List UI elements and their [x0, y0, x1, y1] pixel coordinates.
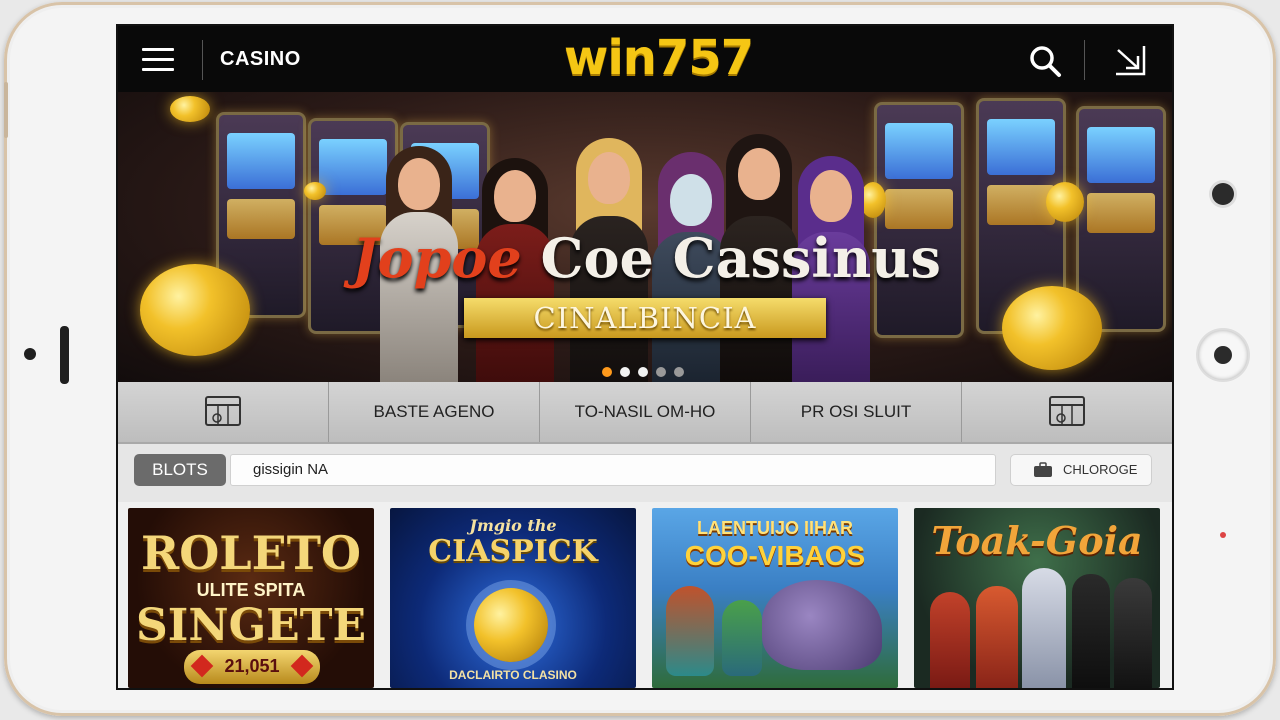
- character-illustration: [1072, 574, 1110, 688]
- hamburger-menu-icon[interactable]: [142, 48, 174, 72]
- nav-item-slots-left[interactable]: [118, 382, 329, 442]
- game-footer: DACLAIRTO CLASINO: [449, 668, 577, 682]
- category-chip[interactable]: BLOTS: [134, 454, 226, 486]
- slot-machine-icon: [205, 396, 241, 426]
- gold-coin-graphic: [1046, 182, 1084, 222]
- carousel-dot[interactable]: [638, 367, 648, 377]
- brand-logo[interactable]: win757: [564, 30, 754, 86]
- game-tagline: Jmgio the: [469, 516, 557, 535]
- gold-coin-graphic: [474, 588, 548, 662]
- carousel-dots: [602, 364, 692, 382]
- character-illustration: [1114, 578, 1152, 688]
- gold-coin-graphic: [170, 96, 210, 122]
- game-title: CIASPICK: [428, 534, 598, 569]
- game-card[interactable]: ROLETO ULITE SPITA SINGETE 21,051: [128, 508, 374, 688]
- game-card[interactable]: Toak-Goia: [914, 508, 1160, 688]
- tablet-home-button[interactable]: [1198, 330, 1248, 380]
- game-card[interactable]: Jmgio the CIASPICK DACLAIRTO CLASINO: [390, 508, 636, 688]
- header-divider: [1084, 40, 1085, 80]
- game-subtitle: ULITE SPITA: [196, 580, 306, 600]
- provider-filter-button[interactable]: CHLOROGE: [1010, 454, 1152, 486]
- header-divider: [202, 40, 203, 80]
- login-arrow-icon[interactable]: [1112, 42, 1148, 78]
- character-illustration: [930, 592, 970, 688]
- gold-coin-graphic: [304, 182, 326, 200]
- game-card[interactable]: LAENTUIJO IIHAR COO-VIBAOS: [652, 508, 898, 688]
- category-nav: BASTE AGENO TO-NASIL OM-HO PR OSI SLUIT: [118, 382, 1172, 444]
- mermaid-graphic: [722, 600, 762, 676]
- game-title: Toak-Goia: [931, 518, 1143, 563]
- tablet-side-button: [4, 82, 8, 138]
- nav-item-label: TO-NASIL OM-HO: [574, 402, 716, 421]
- tablet-speaker-slot: [60, 326, 69, 384]
- tablet-front-camera: [1212, 183, 1234, 205]
- mermaid-graphic: [666, 586, 714, 676]
- jackpot-plaque: 21,051: [184, 650, 320, 684]
- game-title: COO-VIBAOS: [684, 540, 866, 571]
- carousel-dot[interactable]: [620, 367, 630, 377]
- app-screen: CASINO win757 Jopoe Coe Cassinus CINALBI…: [116, 24, 1174, 690]
- top-bar: CASINO win757: [118, 26, 1172, 92]
- game-search-input[interactable]: gissigin NA: [230, 454, 996, 486]
- carousel-dot[interactable]: [602, 367, 612, 377]
- slot-machine-graphic: [1076, 106, 1166, 332]
- section-label[interactable]: CASINO: [220, 48, 301, 71]
- nav-item-2[interactable]: TO-NASIL OM-HO: [540, 382, 751, 442]
- game-grid: ROLETO ULITE SPITA SINGETE 21,051 Jmgio …: [118, 502, 1172, 688]
- home-button-inner: [1214, 346, 1232, 364]
- nav-item-label: BASTE AGENO: [373, 402, 495, 421]
- banner-title: Jopoe Coe Cassinus: [352, 226, 941, 290]
- nav-item-label: PR OSI SLUIT: [800, 402, 912, 421]
- filter-bar: BLOTS gissigin NA CHLOROGE: [118, 444, 1172, 502]
- tablet-indicator-light: [1220, 532, 1226, 538]
- slot-machine-icon: [1049, 396, 1085, 426]
- nav-item-slots-right[interactable]: [962, 382, 1172, 442]
- carousel-dot[interactable]: [656, 367, 666, 377]
- slot-machine-graphic: [874, 102, 964, 338]
- banner-subtitle: CINALBINCIA: [464, 298, 826, 338]
- gold-coin-graphic: [140, 264, 250, 356]
- nav-item-3[interactable]: PR OSI SLUIT: [751, 382, 962, 442]
- briefcase-icon: [1034, 462, 1052, 477]
- game-title-line: LAENTUIJO IIHAR: [696, 518, 853, 538]
- tablet-sensor-dot: [24, 348, 36, 360]
- hero-banner[interactable]: Jopoe Coe Cassinus CINALBINCIA: [118, 92, 1172, 382]
- shell-graphic: [762, 580, 882, 670]
- gold-coin-graphic: [1002, 286, 1102, 370]
- search-icon[interactable]: [1028, 44, 1062, 78]
- carousel-dot[interactable]: [674, 367, 684, 377]
- game-title: ROLETO: [140, 526, 361, 580]
- character-illustration: [1022, 568, 1066, 688]
- character-illustration: [976, 586, 1018, 688]
- game-title-line: SINGETE: [136, 600, 366, 651]
- provider-filter-label: CHLOROGE: [1063, 462, 1138, 477]
- nav-item-1[interactable]: BASTE AGENO: [329, 382, 540, 442]
